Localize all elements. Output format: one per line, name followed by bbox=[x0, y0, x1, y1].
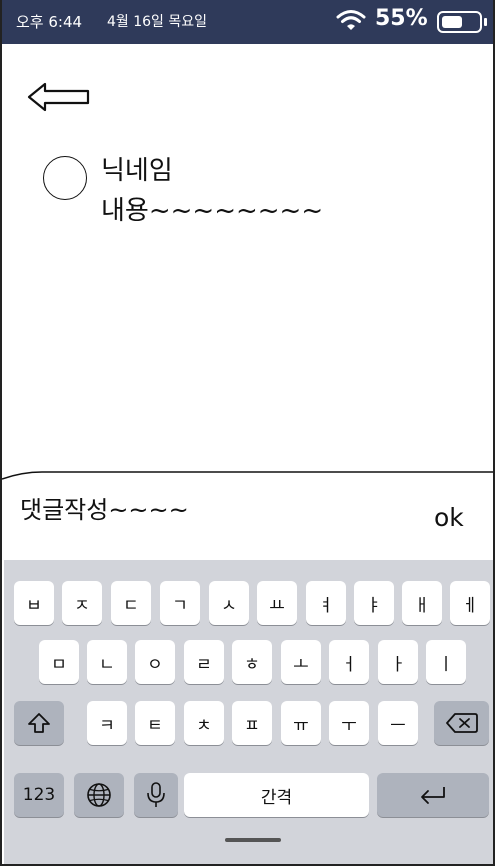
key-row1-3[interactable]: ㄷ bbox=[111, 581, 151, 625]
key-row2-5[interactable]: ㅎ bbox=[232, 640, 272, 684]
numbers-key[interactable]: 123 bbox=[14, 773, 64, 817]
key-row2-8[interactable]: ㅏ bbox=[378, 640, 418, 684]
key-row1-5[interactable]: ㅅ bbox=[209, 581, 249, 625]
key-row2-4[interactable]: ㄹ bbox=[184, 640, 224, 684]
key-row1-10[interactable]: ㅔ bbox=[450, 581, 490, 625]
return-key[interactable] bbox=[377, 773, 489, 817]
post-nickname: 닉네임 bbox=[101, 156, 173, 186]
key-row3-1[interactable]: ㅋ bbox=[87, 701, 127, 745]
key-row2-3[interactable]: ㅇ bbox=[135, 640, 175, 684]
return-icon bbox=[421, 787, 445, 804]
avatar bbox=[43, 156, 87, 200]
key-row1-7[interactable]: ㅕ bbox=[306, 581, 346, 625]
status-bar: 오후 6:44 4월 16일 목요일 55% bbox=[2, 0, 493, 44]
globe-key[interactable] bbox=[74, 773, 124, 817]
key-row2-7[interactable]: ㅓ bbox=[329, 640, 369, 684]
key-row1-9[interactable]: ㅐ bbox=[402, 581, 442, 625]
key-row3-4[interactable]: ㅍ bbox=[232, 701, 272, 745]
space-key[interactable]: 간격 bbox=[184, 773, 369, 817]
key-row3-2[interactable]: ㅌ bbox=[135, 701, 175, 745]
key-row3-3[interactable]: ㅊ bbox=[184, 701, 224, 745]
battery-fill bbox=[442, 16, 462, 28]
phone-screen: 오후 6:44 4월 16일 목요일 55% 닉네임 내용~~~~~~~~ 댓글… bbox=[0, 0, 495, 866]
key-row1-6[interactable]: ㅛ bbox=[257, 581, 297, 625]
globe-icon bbox=[87, 783, 111, 807]
backspace-icon bbox=[445, 713, 478, 733]
shift-icon bbox=[28, 713, 50, 733]
shift-key[interactable] bbox=[14, 701, 64, 745]
key-row3-7[interactable]: ㅡ bbox=[378, 701, 418, 745]
battery-icon bbox=[437, 11, 482, 33]
status-time: 오후 6:44 bbox=[16, 13, 83, 31]
key-row2-6[interactable]: ㅗ bbox=[281, 640, 321, 684]
key-row2-2[interactable]: ㄴ bbox=[87, 640, 127, 684]
wifi-icon bbox=[336, 10, 366, 30]
home-indicator bbox=[225, 838, 281, 842]
keyboard: ㅂ ㅈ ㄷ ㄱ ㅅ ㅛ ㅕ ㅑ ㅐ ㅔ ㅁ ㄴ ㅇ ㄹ ㅎ ㅗ ㅓ ㅏ ㅣ ㅋ … bbox=[4, 560, 493, 864]
post-content: 내용~~~~~~~~ bbox=[101, 196, 324, 226]
backspace-key[interactable] bbox=[434, 701, 489, 745]
battery-percent: 55% bbox=[375, 6, 428, 31]
key-row3-5[interactable]: ㅠ bbox=[281, 701, 321, 745]
microphone-key[interactable] bbox=[134, 773, 178, 817]
battery-tip bbox=[484, 18, 487, 26]
back-arrow-icon[interactable] bbox=[26, 80, 92, 114]
key-row1-4[interactable]: ㄱ bbox=[160, 581, 200, 625]
status-date: 4월 16일 목요일 bbox=[107, 14, 208, 30]
comment-divider bbox=[2, 471, 493, 480]
key-row3-6[interactable]: ㅜ bbox=[329, 701, 369, 745]
ok-button[interactable]: ok bbox=[434, 503, 464, 532]
key-row2-1[interactable]: ㅁ bbox=[39, 640, 79, 684]
comment-input[interactable]: 댓글작성~~~~ bbox=[20, 490, 189, 525]
key-row2-9[interactable]: ㅣ bbox=[426, 640, 466, 684]
key-row1-1[interactable]: ㅂ bbox=[14, 581, 54, 625]
key-row1-2[interactable]: ㅈ bbox=[62, 581, 102, 625]
microphone-icon bbox=[147, 782, 165, 807]
key-row1-8[interactable]: ㅑ bbox=[354, 581, 394, 625]
